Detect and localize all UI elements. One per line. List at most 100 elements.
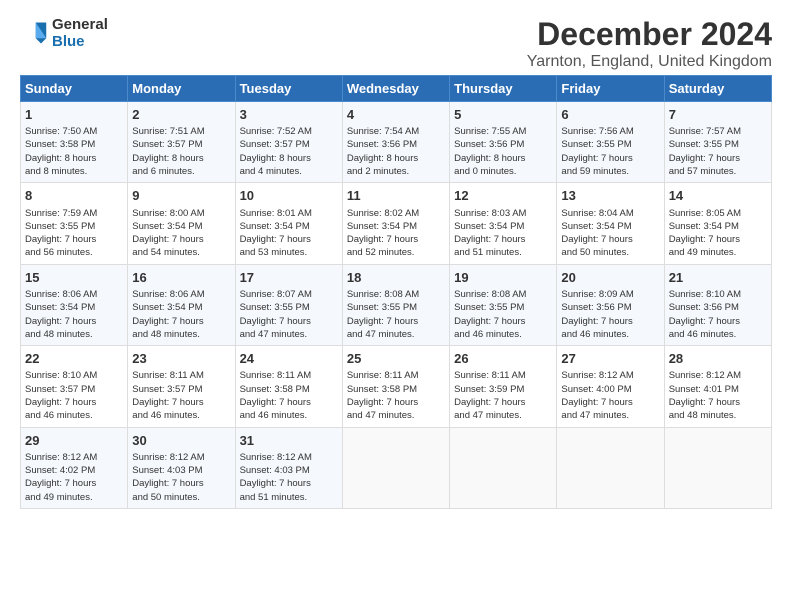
day-info: Sunset: 3:54 PM bbox=[132, 220, 230, 233]
header-day-sunday: Sunday bbox=[21, 76, 128, 102]
day-number: 9 bbox=[132, 187, 230, 205]
day-info: Sunrise: 8:03 AM bbox=[454, 207, 552, 220]
calendar-cell: 27Sunrise: 8:12 AMSunset: 4:00 PMDayligh… bbox=[557, 346, 664, 427]
day-info: and 46 minutes. bbox=[132, 409, 230, 422]
day-info: and 50 minutes. bbox=[132, 491, 230, 504]
day-info: Sunset: 3:54 PM bbox=[240, 220, 338, 233]
day-info: Sunrise: 7:54 AM bbox=[347, 125, 445, 138]
page: General Blue December 2024 Yarnton, Engl… bbox=[0, 0, 792, 519]
day-info: and 51 minutes. bbox=[240, 491, 338, 504]
day-number: 17 bbox=[240, 269, 338, 287]
day-info: Sunrise: 8:12 AM bbox=[240, 451, 338, 464]
day-info: Sunset: 3:59 PM bbox=[454, 383, 552, 396]
day-number: 30 bbox=[132, 432, 230, 450]
calendar-cell: 25Sunrise: 8:11 AMSunset: 3:58 PMDayligh… bbox=[342, 346, 449, 427]
day-info: Daylight: 7 hours bbox=[240, 315, 338, 328]
day-info: Daylight: 7 hours bbox=[240, 396, 338, 409]
day-info: Daylight: 7 hours bbox=[454, 315, 552, 328]
day-info: and 46 minutes. bbox=[454, 328, 552, 341]
day-info: Daylight: 8 hours bbox=[132, 152, 230, 165]
day-info: Daylight: 7 hours bbox=[347, 315, 445, 328]
day-number: 1 bbox=[25, 106, 123, 124]
day-info: Daylight: 7 hours bbox=[561, 315, 659, 328]
calendar-cell: 16Sunrise: 8:06 AMSunset: 3:54 PMDayligh… bbox=[128, 264, 235, 345]
day-info: and 59 minutes. bbox=[561, 165, 659, 178]
day-number: 12 bbox=[454, 187, 552, 205]
day-number: 8 bbox=[25, 187, 123, 205]
subtitle: Yarnton, England, United Kingdom bbox=[527, 53, 772, 71]
day-info: Daylight: 8 hours bbox=[240, 152, 338, 165]
day-info: Daylight: 7 hours bbox=[25, 396, 123, 409]
calendar-cell: 4Sunrise: 7:54 AMSunset: 3:56 PMDaylight… bbox=[342, 102, 449, 183]
day-info: Sunset: 3:54 PM bbox=[347, 220, 445, 233]
day-info: Sunrise: 8:07 AM bbox=[240, 288, 338, 301]
day-info: Sunset: 4:01 PM bbox=[669, 383, 767, 396]
day-info: Daylight: 7 hours bbox=[669, 152, 767, 165]
day-info: and 47 minutes. bbox=[240, 328, 338, 341]
day-info: Sunrise: 8:12 AM bbox=[25, 451, 123, 464]
day-info: and 52 minutes. bbox=[347, 246, 445, 259]
day-info: Daylight: 8 hours bbox=[347, 152, 445, 165]
logo-icon bbox=[20, 19, 48, 47]
day-number: 26 bbox=[454, 350, 552, 368]
day-info: Sunrise: 8:00 AM bbox=[132, 207, 230, 220]
calendar-cell: 31Sunrise: 8:12 AMSunset: 4:03 PMDayligh… bbox=[235, 427, 342, 508]
day-number: 16 bbox=[132, 269, 230, 287]
calendar-cell: 20Sunrise: 8:09 AMSunset: 3:56 PMDayligh… bbox=[557, 264, 664, 345]
day-info: and 48 minutes. bbox=[25, 328, 123, 341]
day-info: Sunrise: 7:51 AM bbox=[132, 125, 230, 138]
day-number: 24 bbox=[240, 350, 338, 368]
title-area: December 2024 Yarnton, England, United K… bbox=[527, 16, 772, 71]
calendar-cell: 6Sunrise: 7:56 AMSunset: 3:55 PMDaylight… bbox=[557, 102, 664, 183]
day-number: 14 bbox=[669, 187, 767, 205]
day-info: and 57 minutes. bbox=[669, 165, 767, 178]
day-info: Sunset: 3:57 PM bbox=[240, 138, 338, 151]
day-info: Sunset: 3:58 PM bbox=[240, 383, 338, 396]
day-info: Sunrise: 8:10 AM bbox=[25, 369, 123, 382]
day-info: Daylight: 7 hours bbox=[25, 233, 123, 246]
day-info: Sunrise: 8:06 AM bbox=[25, 288, 123, 301]
day-info: Daylight: 7 hours bbox=[669, 233, 767, 246]
calendar-cell: 1Sunrise: 7:50 AMSunset: 3:58 PMDaylight… bbox=[21, 102, 128, 183]
calendar-cell: 5Sunrise: 7:55 AMSunset: 3:56 PMDaylight… bbox=[450, 102, 557, 183]
day-info: Sunrise: 8:09 AM bbox=[561, 288, 659, 301]
day-info: Sunrise: 8:11 AM bbox=[454, 369, 552, 382]
calendar-cell: 7Sunrise: 7:57 AMSunset: 3:55 PMDaylight… bbox=[664, 102, 771, 183]
day-number: 2 bbox=[132, 106, 230, 124]
day-info: Sunset: 3:55 PM bbox=[454, 301, 552, 314]
day-info: Daylight: 7 hours bbox=[347, 396, 445, 409]
calendar-cell: 30Sunrise: 8:12 AMSunset: 4:03 PMDayligh… bbox=[128, 427, 235, 508]
calendar-cell: 17Sunrise: 8:07 AMSunset: 3:55 PMDayligh… bbox=[235, 264, 342, 345]
calendar-cell: 11Sunrise: 8:02 AMSunset: 3:54 PMDayligh… bbox=[342, 183, 449, 264]
day-info: and 54 minutes. bbox=[132, 246, 230, 259]
day-info: and 8 minutes. bbox=[25, 165, 123, 178]
day-info: and 4 minutes. bbox=[240, 165, 338, 178]
day-info: Sunset: 3:58 PM bbox=[347, 383, 445, 396]
day-info: Sunset: 3:54 PM bbox=[561, 220, 659, 233]
day-info: Sunrise: 8:06 AM bbox=[132, 288, 230, 301]
day-info: and 49 minutes. bbox=[25, 491, 123, 504]
day-info: and 0 minutes. bbox=[454, 165, 552, 178]
calendar-cell: 9Sunrise: 8:00 AMSunset: 3:54 PMDaylight… bbox=[128, 183, 235, 264]
calendar-cell: 29Sunrise: 8:12 AMSunset: 4:02 PMDayligh… bbox=[21, 427, 128, 508]
day-info: Sunset: 3:57 PM bbox=[132, 383, 230, 396]
day-info: Sunrise: 8:12 AM bbox=[132, 451, 230, 464]
day-info: Sunrise: 8:05 AM bbox=[669, 207, 767, 220]
day-info: Sunrise: 8:04 AM bbox=[561, 207, 659, 220]
day-info: Sunset: 3:56 PM bbox=[454, 138, 552, 151]
day-info: Sunrise: 8:12 AM bbox=[669, 369, 767, 382]
day-info: and 49 minutes. bbox=[669, 246, 767, 259]
day-number: 31 bbox=[240, 432, 338, 450]
day-info: Daylight: 7 hours bbox=[561, 152, 659, 165]
day-info: Sunrise: 7:59 AM bbox=[25, 207, 123, 220]
logo: General Blue bbox=[20, 16, 108, 50]
day-info: and 56 minutes. bbox=[25, 246, 123, 259]
header-day-monday: Monday bbox=[128, 76, 235, 102]
day-info: Daylight: 8 hours bbox=[25, 152, 123, 165]
day-info: Sunset: 4:02 PM bbox=[25, 464, 123, 477]
day-number: 5 bbox=[454, 106, 552, 124]
day-info: Sunset: 4:03 PM bbox=[132, 464, 230, 477]
day-number: 10 bbox=[240, 187, 338, 205]
day-info: and 46 minutes. bbox=[25, 409, 123, 422]
calendar-cell: 13Sunrise: 8:04 AMSunset: 3:54 PMDayligh… bbox=[557, 183, 664, 264]
